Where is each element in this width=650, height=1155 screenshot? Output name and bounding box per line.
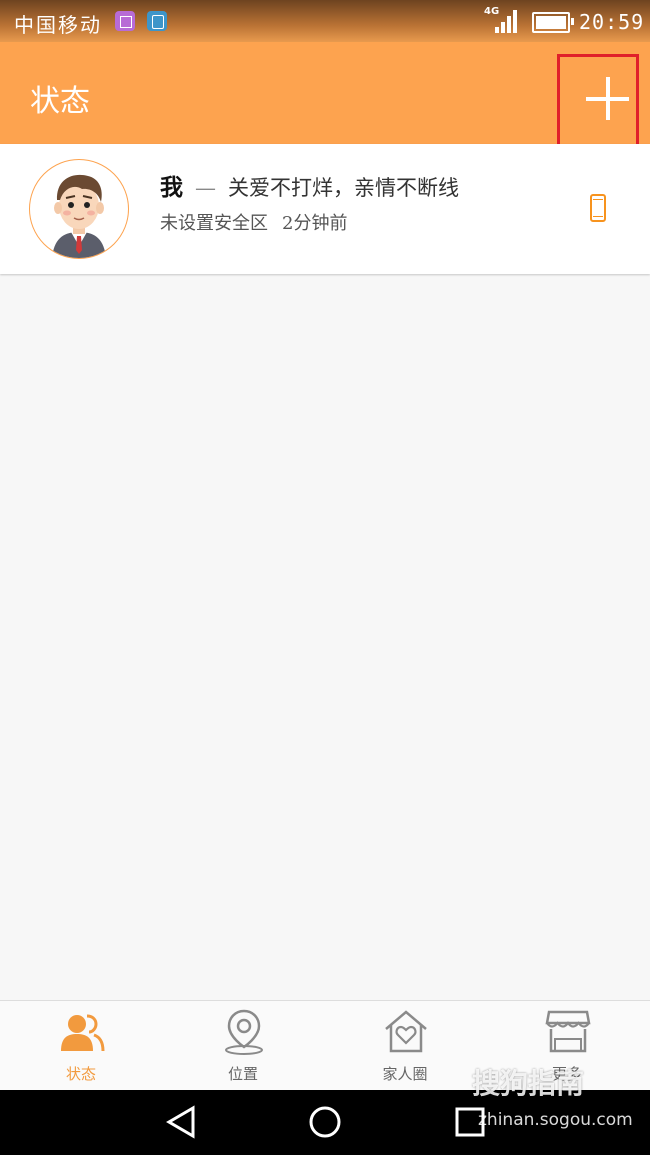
avatar (29, 159, 129, 259)
watermark-url: zhinan.sogou.com (478, 1110, 633, 1130)
store-icon (545, 1010, 591, 1053)
member-status-line: 未设置安全区 2分钟前 (160, 209, 347, 235)
member-card[interactable]: 我 — 关爱不打烊，亲情不断线 未设置安全区 2分钟前 (0, 144, 650, 274)
location-pin-icon (225, 1009, 263, 1055)
member-name: 我 (160, 174, 183, 201)
tab-label: 位置 (227, 1065, 258, 1083)
member-title-line: 我 — 关爱不打烊，亲情不断线 (160, 168, 459, 202)
last-seen-time: 2分钟前 (282, 213, 348, 234)
battery-icon (532, 12, 574, 33)
carrier-name: 中国移动 (14, 13, 102, 37)
app-notification-icon (147, 11, 167, 31)
watermark-brand: 搜狗指南 (472, 1067, 585, 1100)
add-member-button[interactable] (557, 54, 639, 155)
tab-label: 家人圈 (382, 1065, 428, 1083)
back-icon[interactable] (163, 1104, 199, 1140)
page-title: 状态 (30, 84, 90, 119)
status-bar: 中国移动 4G 20:59 (0, 0, 650, 42)
tab-location[interactable]: 位置 (162, 1001, 324, 1091)
member-slogan: 关爱不打烊，亲情不断线 (228, 176, 459, 200)
people-icon (61, 1014, 105, 1052)
signal-icon (495, 9, 520, 33)
gallery-notification-icon (115, 11, 135, 31)
house-heart-icon (385, 1010, 427, 1053)
phone-icon (590, 194, 606, 222)
tab-status[interactable]: 状态 (0, 1001, 162, 1091)
avatar-illustration (52, 174, 106, 258)
tab-family-circle[interactable]: 家人圈 (324, 1001, 486, 1091)
tab-label: 状态 (65, 1065, 96, 1083)
clock: 20:59 (579, 10, 645, 34)
title-separator: — (195, 176, 216, 200)
home-icon[interactable] (307, 1104, 343, 1140)
safe-zone-status: 未设置安全区 (160, 213, 268, 234)
app-header: 状态 (0, 42, 650, 155)
